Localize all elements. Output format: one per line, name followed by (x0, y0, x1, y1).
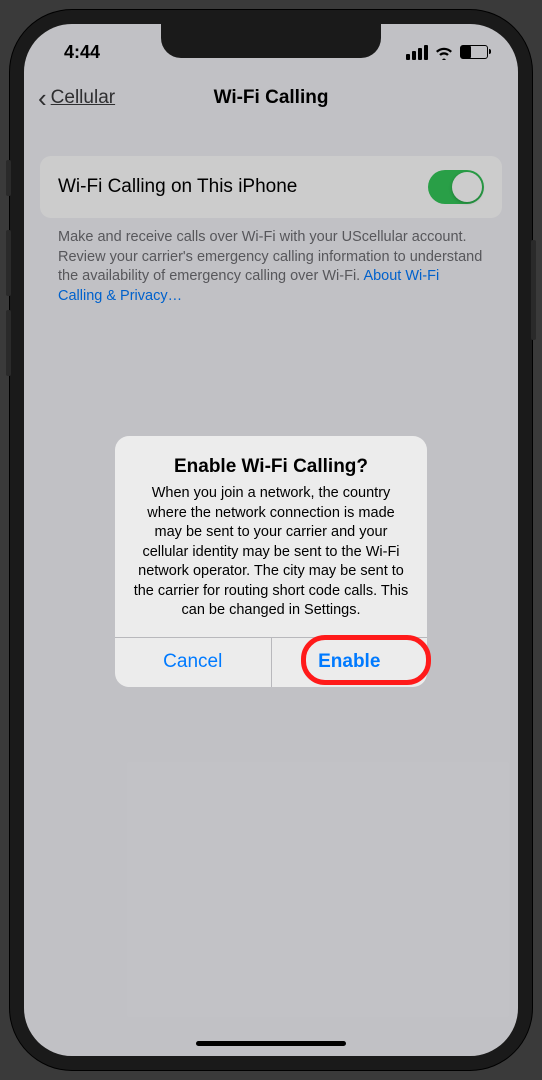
alert-title: Enable Wi-Fi Calling? (133, 456, 409, 478)
wifi-calling-row[interactable]: Wi-Fi Calling on This iPhone (40, 156, 502, 218)
cancel-button[interactable]: Cancel (115, 638, 271, 687)
cellular-signal-icon (406, 45, 428, 60)
page-title: Wi-Fi Calling (214, 87, 329, 109)
alert-buttons: Cancel Enable (115, 637, 427, 687)
enable-label: Enable (318, 651, 380, 673)
alert-message: When you join a network, the country whe… (133, 484, 409, 621)
wifi-calling-toggle[interactable] (428, 170, 484, 204)
nav-bar: ‹ Cellular Wi-Fi Calling (24, 74, 518, 122)
enable-button[interactable]: Enable (271, 638, 428, 687)
phone-frame: 4:44 ‹ Cellular Wi-Fi Calling (10, 10, 532, 1070)
wifi-calling-label: Wi-Fi Calling on This iPhone (58, 176, 297, 198)
cancel-label: Cancel (163, 651, 222, 673)
back-button[interactable]: ‹ Cellular (38, 85, 115, 111)
back-label: Cellular (51, 87, 115, 109)
power-button (531, 240, 536, 340)
toggle-knob (452, 172, 482, 202)
alert-dialog: Enable Wi-Fi Calling? When you join a ne… (115, 436, 427, 687)
wifi-icon (434, 45, 454, 60)
battery-icon (460, 45, 488, 59)
chevron-left-icon: ‹ (38, 85, 47, 111)
alert-body: Enable Wi-Fi Calling? When you join a ne… (115, 436, 427, 637)
content: Wi-Fi Calling on This iPhone Make and re… (24, 122, 518, 306)
home-indicator[interactable] (196, 1041, 346, 1046)
status-right (406, 45, 488, 60)
volume-up (6, 230, 11, 296)
volume-down (6, 310, 11, 376)
status-time: 4:44 (64, 42, 100, 63)
footer-text: Make and receive calls over Wi-Fi with y… (40, 218, 502, 306)
notch (161, 24, 381, 58)
mute-switch (6, 160, 11, 196)
screen: 4:44 ‹ Cellular Wi-Fi Calling (24, 24, 518, 1056)
